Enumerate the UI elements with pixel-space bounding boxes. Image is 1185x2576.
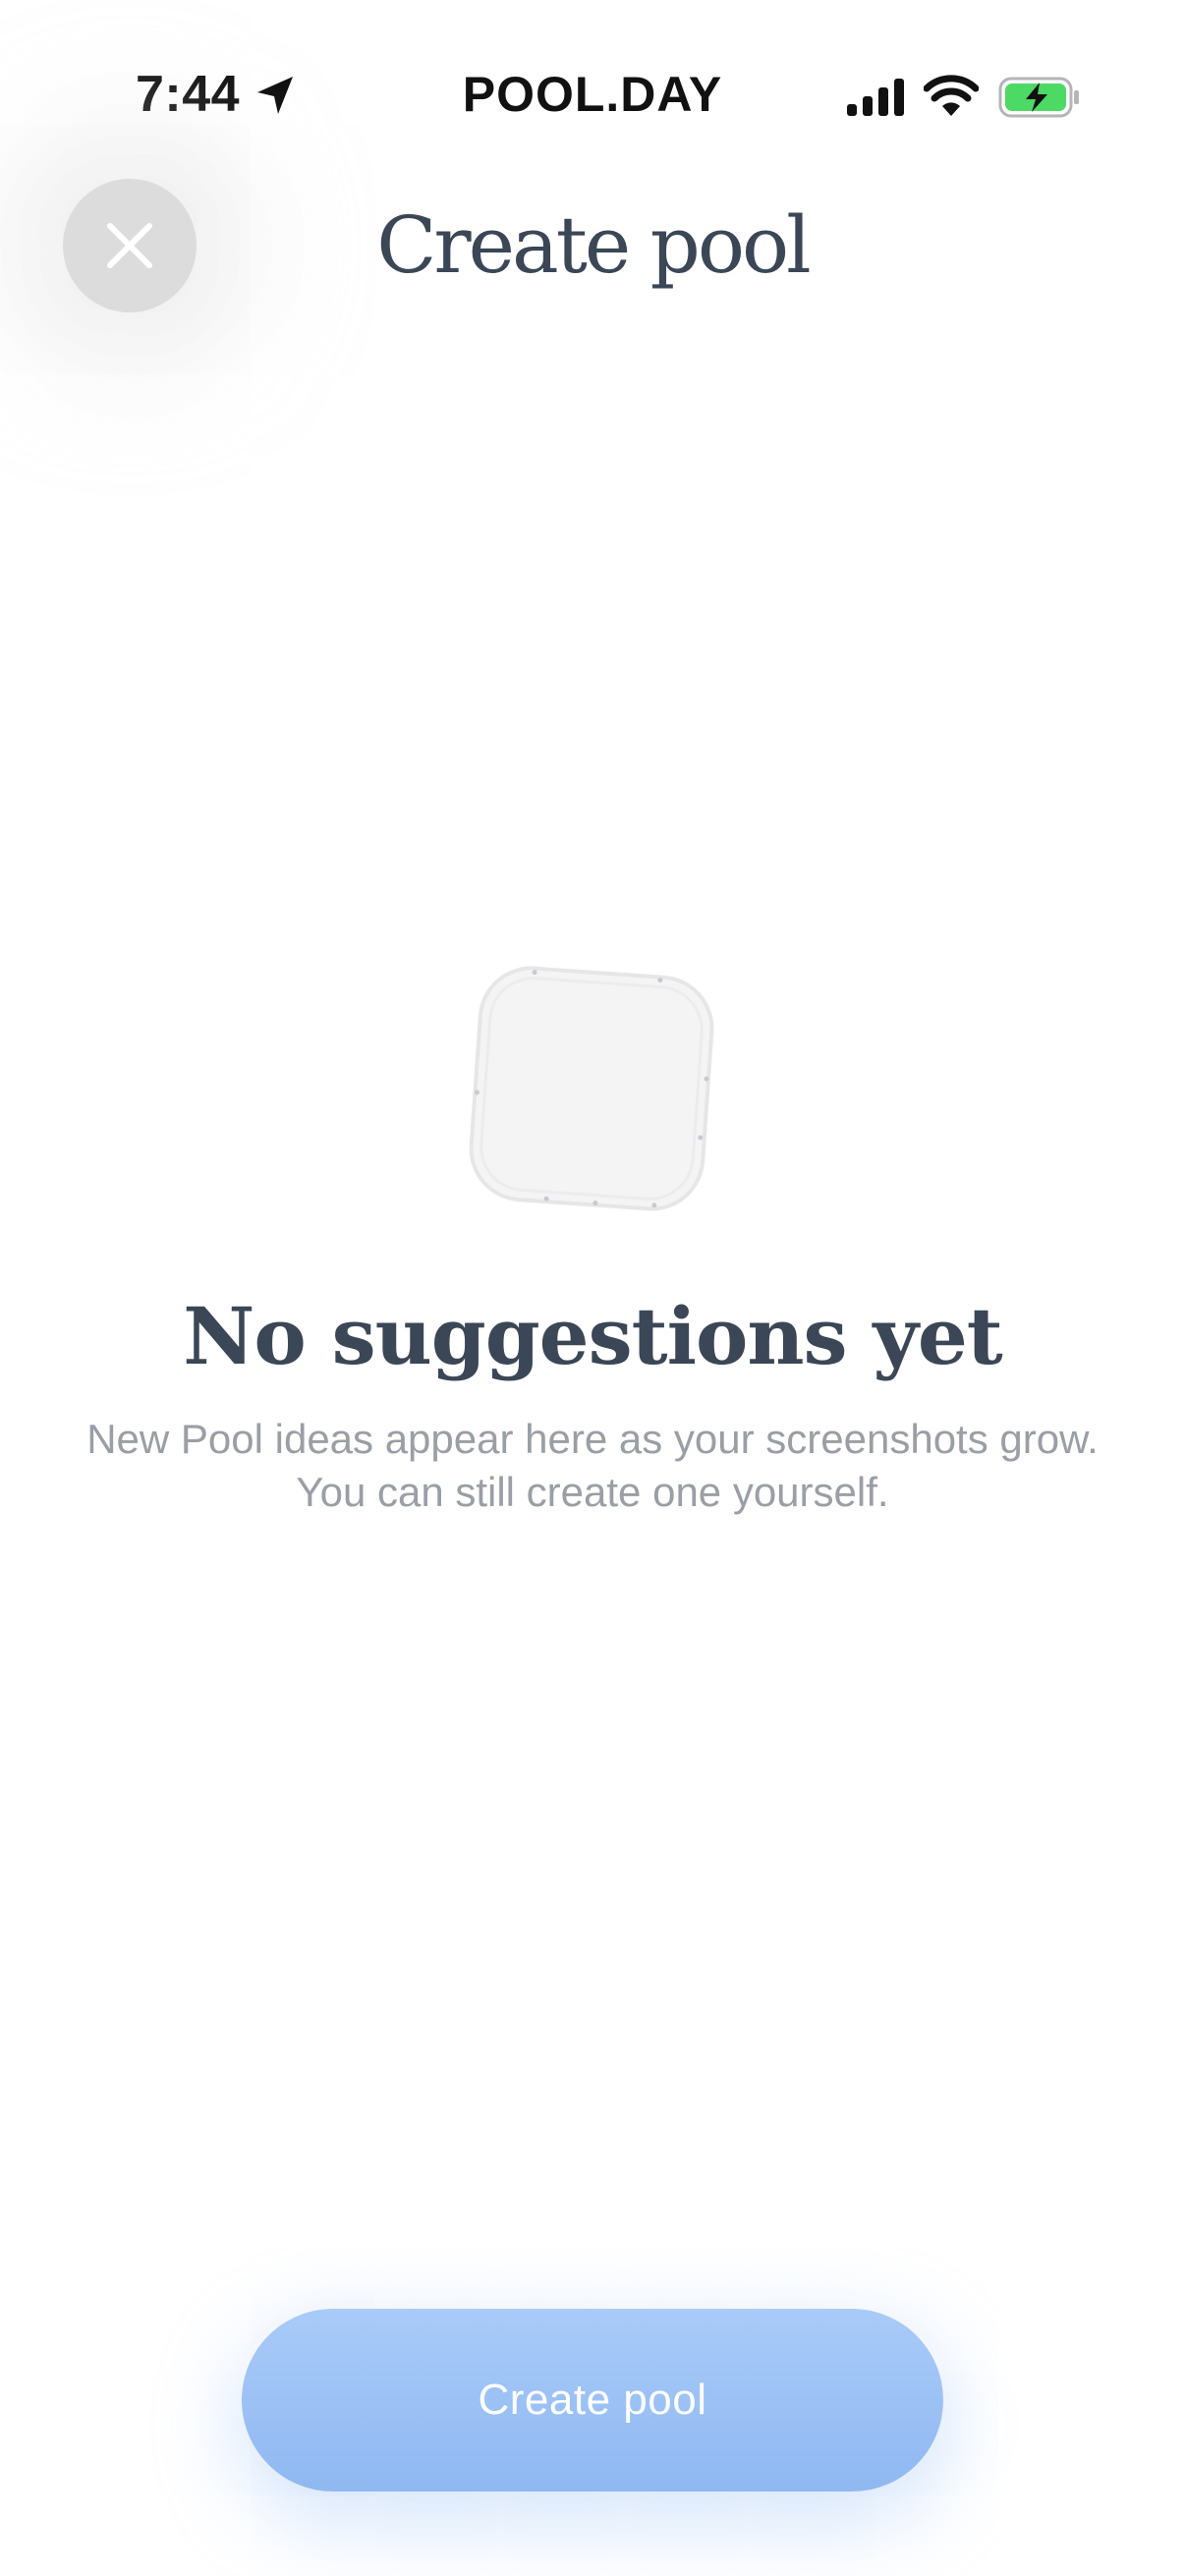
status-bar: 7:44 POOL.DAY [0,0,1185,187]
empty-state-heading: No suggestions yet [183,1290,1002,1382]
create-pool-button-label: Create pool [478,2376,707,2424]
battery-charging-icon [998,77,1079,118]
empty-placeholder-icon [469,966,714,1211]
create-pool-button[interactable]: Create pool [242,2309,943,2492]
wifi-icon [924,75,979,116]
cellular-signal-icon [847,79,904,116]
page-title: Create pool [376,199,812,291]
empty-state-description: New Pool ideas appear here as your scree… [86,1416,1099,1515]
create-pool-screen: 7:44 POOL.DAY Create pool No suggestions… [0,0,1185,2576]
